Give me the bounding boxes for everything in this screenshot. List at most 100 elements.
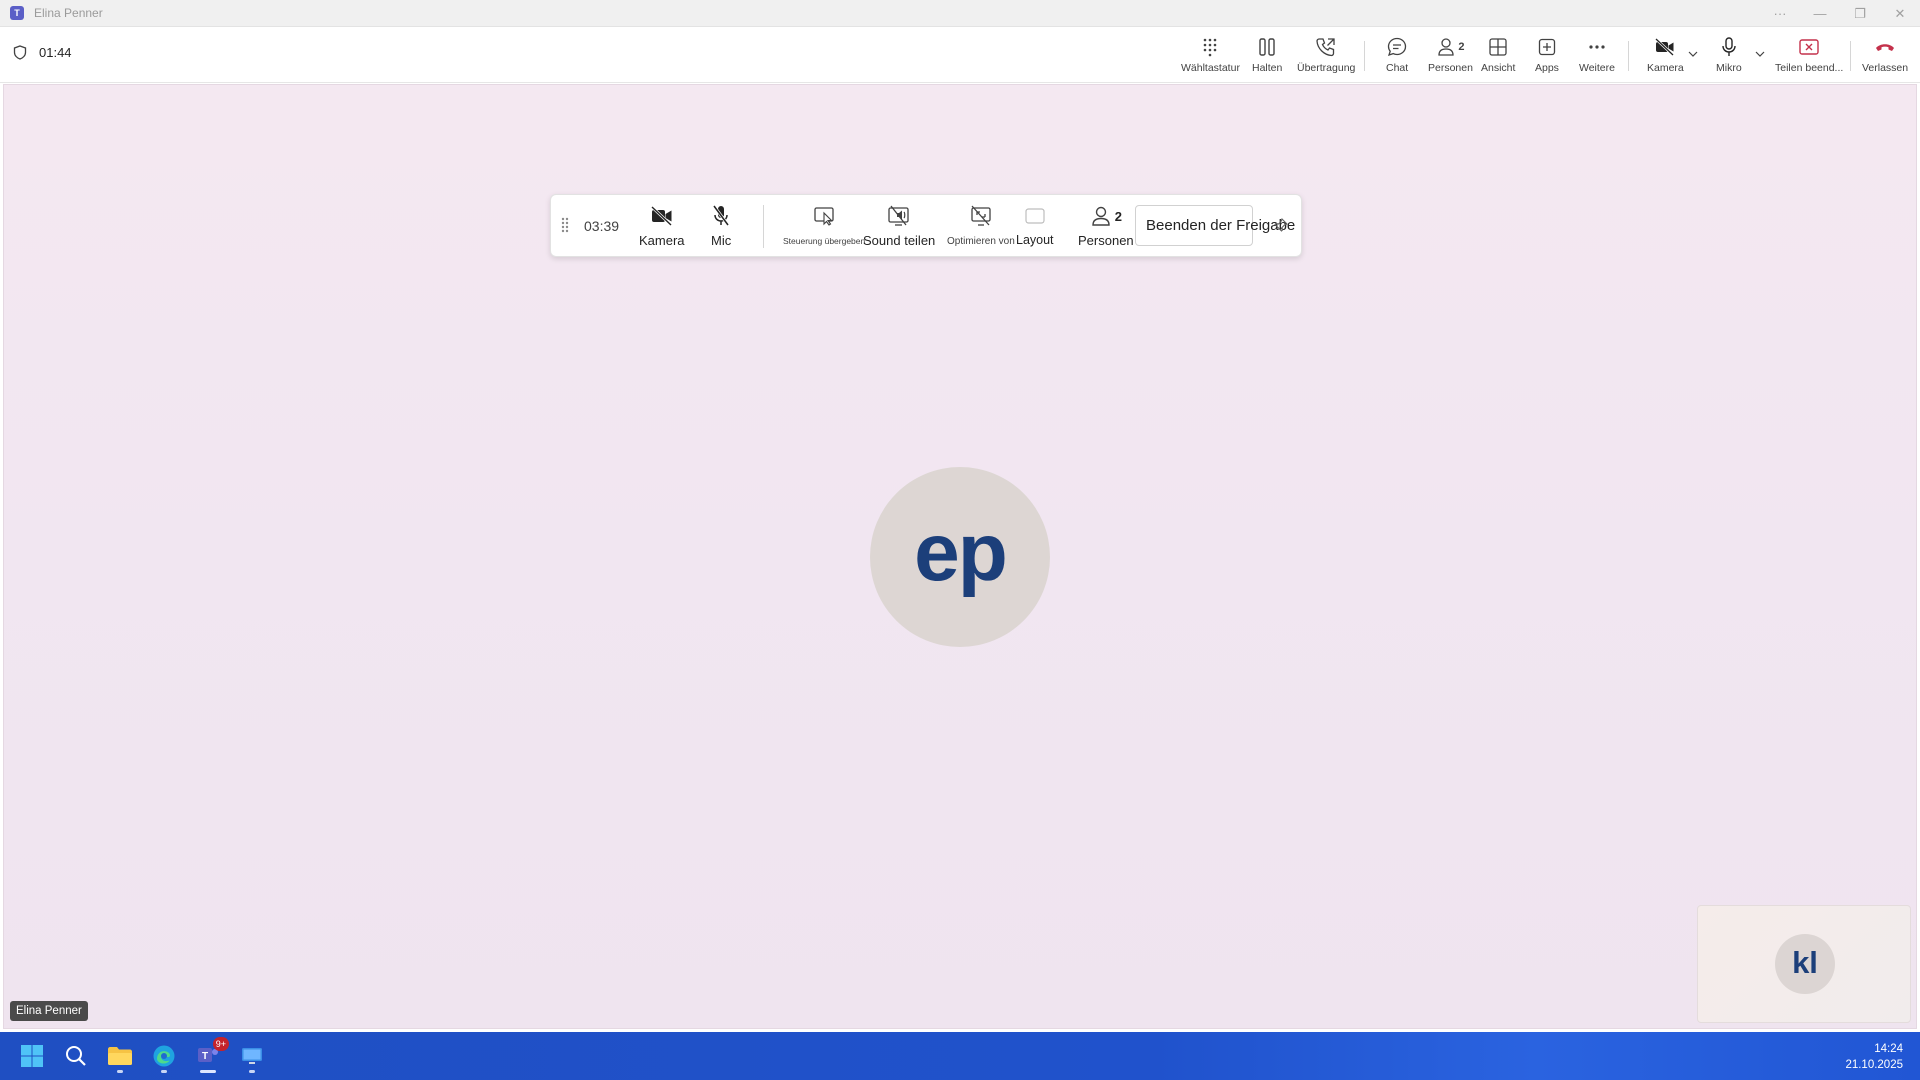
chevron-down-icon xyxy=(1688,51,1698,57)
people-button[interactable]: 2 Personen xyxy=(1428,35,1473,79)
mic-button[interactable]: Mikro xyxy=(1716,35,1742,79)
leave-button[interactable]: Verlassen xyxy=(1862,35,1908,79)
system-clock[interactable]: 14:24 21.10.2025 xyxy=(1845,1041,1903,1073)
hold-button[interactable]: Halten xyxy=(1252,35,1282,79)
grid-view-icon xyxy=(1489,38,1507,56)
microphone-off-icon xyxy=(712,205,730,226)
hang-up-icon xyxy=(1876,44,1895,51)
apps-button[interactable]: Apps xyxy=(1535,35,1559,79)
share-sound-label: Sound teilen xyxy=(863,233,936,248)
drag-grip-icon xyxy=(561,217,569,233)
dialpad-button[interactable]: Wähltastatur xyxy=(1181,35,1240,79)
camera-options-chevron[interactable] xyxy=(1686,47,1700,61)
drag-handle[interactable] xyxy=(561,217,569,238)
share-people-button[interactable]: 2 Personen xyxy=(1078,203,1134,248)
transfer-button[interactable]: Übertragung xyxy=(1297,35,1355,79)
self-avatar: kl xyxy=(1775,934,1835,994)
share-camera-button[interactable]: Kamera xyxy=(639,203,685,248)
camera-off-icon xyxy=(650,205,672,227)
leave-label: Verlassen xyxy=(1862,62,1909,74)
give-control-icon xyxy=(814,207,834,226)
meeting-duration: 01:44 xyxy=(39,45,72,60)
layout-icon xyxy=(1025,208,1045,224)
camera-off-icon xyxy=(1655,38,1675,56)
optimize-label: Optimieren von xyxy=(947,236,1015,247)
search-icon xyxy=(66,1046,86,1066)
share-bar-divider xyxy=(763,205,764,248)
camera-label: Kamera xyxy=(1647,62,1684,74)
layout-label: Layout xyxy=(1016,233,1054,247)
chat-label: Chat xyxy=(1386,62,1409,74)
microphone-icon xyxy=(1722,37,1736,56)
camera-button[interactable]: Kamera xyxy=(1647,35,1684,79)
minimize-button[interactable]: — xyxy=(1800,0,1840,27)
share-sound-button[interactable]: Sound teilen xyxy=(863,203,935,248)
taskbar-file-explorer[interactable] xyxy=(102,1038,138,1074)
taskbar-edge[interactable] xyxy=(146,1038,182,1074)
monitor-icon xyxy=(242,1048,262,1064)
add-app-icon xyxy=(1538,38,1556,56)
search-button[interactable] xyxy=(58,1038,94,1074)
mic-options-chevron[interactable] xyxy=(1753,47,1767,61)
pause-icon xyxy=(1259,38,1275,56)
close-window-button[interactable]: ✕ xyxy=(1880,0,1920,27)
stop-share-icon xyxy=(1799,39,1819,55)
give-control-label: Steuerung übergeben xyxy=(783,236,866,246)
layout-button[interactable]: Layout xyxy=(1016,203,1054,247)
clock-date: 21.10.2025 xyxy=(1845,1059,1903,1071)
clock-time: 14:24 xyxy=(1874,1043,1903,1055)
give-control-button[interactable]: Steuerung übergeben xyxy=(783,203,865,246)
meeting-timer: 01:44 xyxy=(13,45,72,60)
hold-label: Halten xyxy=(1252,62,1283,74)
folder-icon xyxy=(108,1047,132,1065)
meeting-toolbar: 01:44 Wähltastatur Halten Übertragung Ch… xyxy=(0,27,1920,83)
person-icon xyxy=(1092,206,1110,226)
dialpad-label: Wähltastatur xyxy=(1181,62,1240,74)
participant-avatar: ep xyxy=(870,467,1050,647)
maximize-button[interactable]: ❐ xyxy=(1840,0,1880,27)
apps-label: Apps xyxy=(1535,62,1559,74)
stop-sharing-label: Teilen beend... xyxy=(1775,62,1844,74)
window-title: Elina Penner xyxy=(34,6,103,20)
chat-button[interactable]: Chat xyxy=(1386,35,1408,79)
more-horizontal-icon xyxy=(1589,45,1605,49)
teams-app-icon: T xyxy=(10,6,24,20)
mic-label: Mikro xyxy=(1716,62,1742,74)
running-indicator xyxy=(161,1070,167,1073)
chevron-down-icon xyxy=(1755,51,1765,57)
more-options-button[interactable]: Weitere xyxy=(1579,35,1615,79)
active-indicator xyxy=(200,1070,216,1073)
more-label: Weitere xyxy=(1579,62,1615,74)
edge-browser-icon xyxy=(153,1045,175,1067)
taskbar-teams[interactable]: T 9+ xyxy=(190,1037,229,1074)
pin-icon xyxy=(1274,218,1288,232)
taskbar-remote-desktop[interactable] xyxy=(234,1038,270,1074)
share-camera-label: Kamera xyxy=(639,233,685,248)
start-button[interactable] xyxy=(14,1038,50,1074)
dialpad-icon xyxy=(1204,38,1217,57)
toolbar-divider xyxy=(1364,41,1365,71)
pin-toolbar-button[interactable] xyxy=(1273,217,1289,238)
stop-sharing-button[interactable]: Beenden der Freigabe xyxy=(1135,205,1295,246)
window-more-button[interactable]: ··· xyxy=(1760,0,1800,27)
stop-sharing-button[interactable]: Teilen beend... xyxy=(1775,35,1843,79)
toolbar-divider xyxy=(1850,41,1851,71)
running-indicator xyxy=(117,1070,123,1073)
people-label: Personen xyxy=(1428,62,1473,74)
windows-taskbar: T 9+ 14:24 21.10.2025 xyxy=(0,1032,1920,1080)
people-count: 2 xyxy=(1458,41,1465,53)
optimize-button[interactable]: Optimieren von xyxy=(947,203,1015,247)
view-button[interactable]: Ansicht xyxy=(1481,35,1515,79)
share-people-count: 2 xyxy=(1114,208,1122,224)
transfer-label: Übertragung xyxy=(1297,62,1356,74)
self-view-tile[interactable]: kl xyxy=(1697,905,1911,1023)
share-mic-button[interactable]: Mic xyxy=(711,203,731,248)
chat-icon xyxy=(1387,37,1407,57)
person-icon xyxy=(1438,38,1455,56)
running-indicator xyxy=(249,1070,255,1073)
window-controls: ··· — ❐ ✕ xyxy=(1760,0,1920,27)
share-people-label: Personen xyxy=(1078,233,1134,248)
share-mic-label: Mic xyxy=(711,233,732,248)
call-transfer-icon xyxy=(1316,38,1335,57)
share-sound-off-icon xyxy=(888,205,909,226)
